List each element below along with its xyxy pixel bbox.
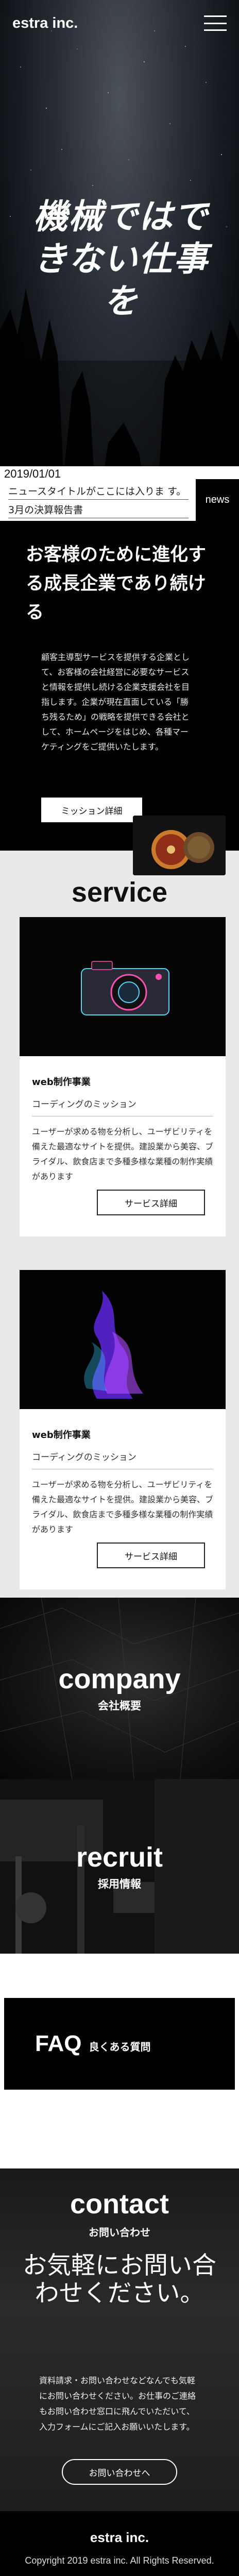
- recruit-heading: recruit: [76, 1841, 163, 1873]
- faq-link[interactable]: FAQ 良くある質問: [4, 1998, 235, 2090]
- faq-heading: FAQ: [35, 2031, 82, 2056]
- company-link[interactable]: company 会社概要: [0, 1598, 239, 1779]
- faq-subheading: 良くある質問: [89, 2040, 151, 2053]
- mission-title: お客様のために進化する成長企業であり続ける: [26, 545, 207, 623]
- mission-detail-button[interactable]: ミッション詳細: [41, 798, 142, 822]
- contact-title: お気軽にお問い合わせください。: [23, 2251, 216, 2308]
- contact-body: 資料請求・お問い合わせなどなんでも気軽にお問い合わせください。お仕事のご連絡もお…: [39, 2376, 196, 2432]
- service-card: web制作事業 コーディングのミッション ユーザーが求める物を分析し、ユーザビリ…: [20, 1270, 226, 1589]
- contact-section: contact お問い合わせ お気軽にお問い合わせください。 資料請求・お問い合…: [0, 2168, 239, 2511]
- footer-logo[interactable]: estra inc.: [0, 2530, 239, 2546]
- faq-section: FAQ 良くある質問: [0, 1954, 239, 2168]
- fruit-photo: [133, 816, 226, 875]
- service-detail-button[interactable]: サービス詳細: [97, 1543, 205, 1568]
- news-section: 2019/01/01 ニュースタイトルがここには入りま す。 3月の決算報告書 …: [0, 466, 239, 521]
- card-subtitle: コーディングのミッション: [32, 1452, 136, 1463]
- hamburger-menu-icon[interactable]: [204, 15, 227, 31]
- site-header: estra inc.: [0, 0, 239, 46]
- card-category: web制作事業: [32, 1430, 91, 1440]
- card-text: ユーザーが求める物を分析し、ユーザビリティを備えた最適なサイトを提供。建設業から…: [32, 1127, 214, 1181]
- news-item-link[interactable]: ニュースタイトルがここには入りま す。: [8, 484, 189, 500]
- hero-title: 機械ではできない仕事を: [33, 197, 209, 321]
- mission-body: 顧客主導型サービスを提供する企業として、お客様の会社経営に必要なサービスと情報を…: [41, 652, 190, 752]
- card-subtitle: コーディングのミッション: [32, 1099, 136, 1110]
- copyright-text: Copyright 2019 estra inc. All Rights Res…: [25, 2555, 214, 2566]
- service-card: web制作事業 コーディングのミッション ユーザーが求める物を分析し、ユーザビリ…: [20, 917, 226, 1236]
- mission-section: お客様のために進化する成長企業であり続ける 顧客主導型サービスを提供する企業とし…: [0, 521, 239, 851]
- recruit-link[interactable]: recruit 採用情報: [0, 1779, 239, 1954]
- company-heading: company: [58, 1664, 181, 1694]
- news-item-link[interactable]: 3月の決算報告書: [8, 502, 189, 518]
- card-text: ユーザーが求める物を分析し、ユーザビリティを備えた最適なサイトを提供。建設業から…: [32, 1480, 214, 1534]
- card-category: web制作事業: [32, 1077, 91, 1088]
- recruit-subheading: 採用情報: [98, 1877, 141, 1890]
- contact-heading: contact: [70, 2189, 169, 2219]
- contact-subheading: お問い合わせ: [89, 2226, 150, 2239]
- hero-section: 機械ではできない仕事を: [0, 0, 239, 542]
- hamburger-bar: [204, 15, 227, 17]
- fruit-photo-illustration: [133, 816, 226, 875]
- hamburger-bar: [204, 29, 227, 31]
- contact-button[interactable]: お問い合わせへ: [62, 2459, 177, 2485]
- site-footer: estra inc. Copyright 2019 estra inc. All…: [0, 2511, 239, 2576]
- service-detail-button[interactable]: サービス詳細: [97, 1190, 205, 1215]
- company-subheading: 会社概要: [98, 1700, 141, 1712]
- hamburger-bar: [204, 22, 227, 24]
- site-logo[interactable]: estra inc.: [12, 15, 78, 32]
- service-section: service web制作事業 コーディングのミッション ユーザーが求める物を分…: [0, 851, 239, 1598]
- purple-smoke-photo-icon: [20, 1270, 226, 1409]
- service-heading: service: [71, 877, 168, 908]
- news-tag-button[interactable]: news: [196, 479, 239, 521]
- news-date: 2019/01/01: [4, 467, 61, 480]
- camera-photo-icon: [20, 917, 226, 1056]
